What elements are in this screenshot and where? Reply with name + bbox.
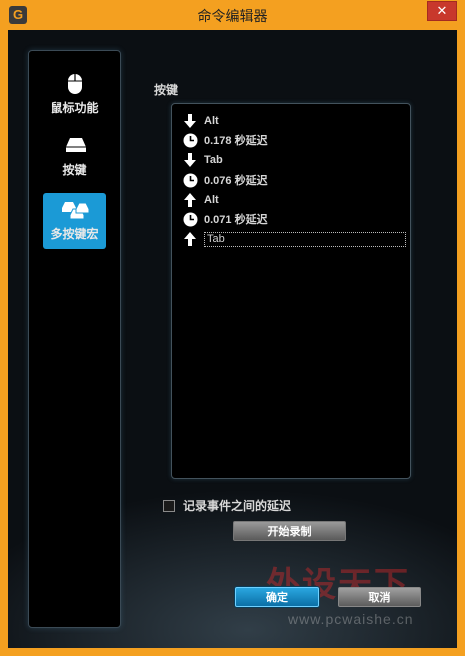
record-delays-label: 记录事件之间的延迟 (183, 499, 292, 513)
keys-section-label: 按键 (154, 83, 179, 97)
start-recording-button[interactable]: 开始录制 (233, 521, 346, 541)
command-type-nav: 鼠标功能 按键 多按键宏 (28, 50, 121, 628)
multi-key-icon (43, 199, 106, 221)
list-item[interactable]: Alt (182, 112, 219, 130)
list-item[interactable]: 0.076 秒延迟 (182, 171, 268, 189)
nav-item-label: 按键 (62, 163, 87, 177)
mouse-icon (43, 73, 106, 95)
arrow-down-icon (182, 113, 198, 129)
list-item[interactable]: 0.178 秒延迟 (182, 131, 268, 149)
list-item-selected[interactable]: Tab (182, 230, 406, 248)
nav-item-label: 鼠标功能 (50, 101, 99, 115)
list-item[interactable]: Alt (182, 191, 219, 209)
checkbox-box[interactable] (163, 499, 175, 512)
editor-body: 鼠标功能 按键 多按键宏 按键 Alt 0.178 秒延迟 Tab 0.076 … (8, 30, 457, 648)
clock-icon (182, 172, 198, 188)
window-title: 命令编辑器 (197, 9, 268, 25)
arrow-up-icon (182, 192, 198, 208)
event-text: Alt (204, 115, 219, 127)
nav-item-label: 多按键宏 (50, 227, 99, 241)
event-text: 0.076 秒延迟 (204, 175, 268, 187)
list-item[interactable]: Tab (182, 151, 223, 169)
event-text: 0.071 秒延迟 (204, 214, 268, 226)
arrow-up-icon (182, 231, 198, 247)
clock-icon (182, 211, 198, 227)
arrow-down-icon (182, 152, 198, 168)
nav-item-multi-key-macro[interactable]: 多按键宏 (43, 193, 106, 249)
title-bar[interactable]: G 命令编辑器 ✕ (0, 0, 465, 30)
clock-icon (182, 132, 198, 148)
list-item[interactable]: 0.071 秒延迟 (182, 210, 268, 228)
event-text: Tab (204, 154, 223, 166)
nav-item-mouse-function[interactable]: 鼠标功能 (43, 67, 106, 123)
ok-button[interactable]: 确定 (235, 587, 319, 607)
nav-item-key[interactable]: 按键 (43, 129, 106, 185)
key-icon (43, 135, 106, 157)
event-text: Tab (204, 231, 406, 247)
cancel-button[interactable]: 取消 (338, 587, 421, 607)
record-delays-checkbox[interactable]: 记录事件之间的延迟 (163, 497, 291, 514)
event-text: 0.178 秒延迟 (204, 135, 268, 147)
macro-event-list[interactable]: Alt 0.178 秒延迟 Tab 0.076 秒延迟 Alt 0.071 秒延… (171, 103, 411, 479)
close-button[interactable]: ✕ (427, 1, 457, 21)
command-editor-window: G 命令编辑器 ✕ 鼠标功能 按键 多按键宏 按键 Alt 0.178 秒延迟 … (0, 0, 465, 656)
event-text: Alt (204, 194, 219, 206)
